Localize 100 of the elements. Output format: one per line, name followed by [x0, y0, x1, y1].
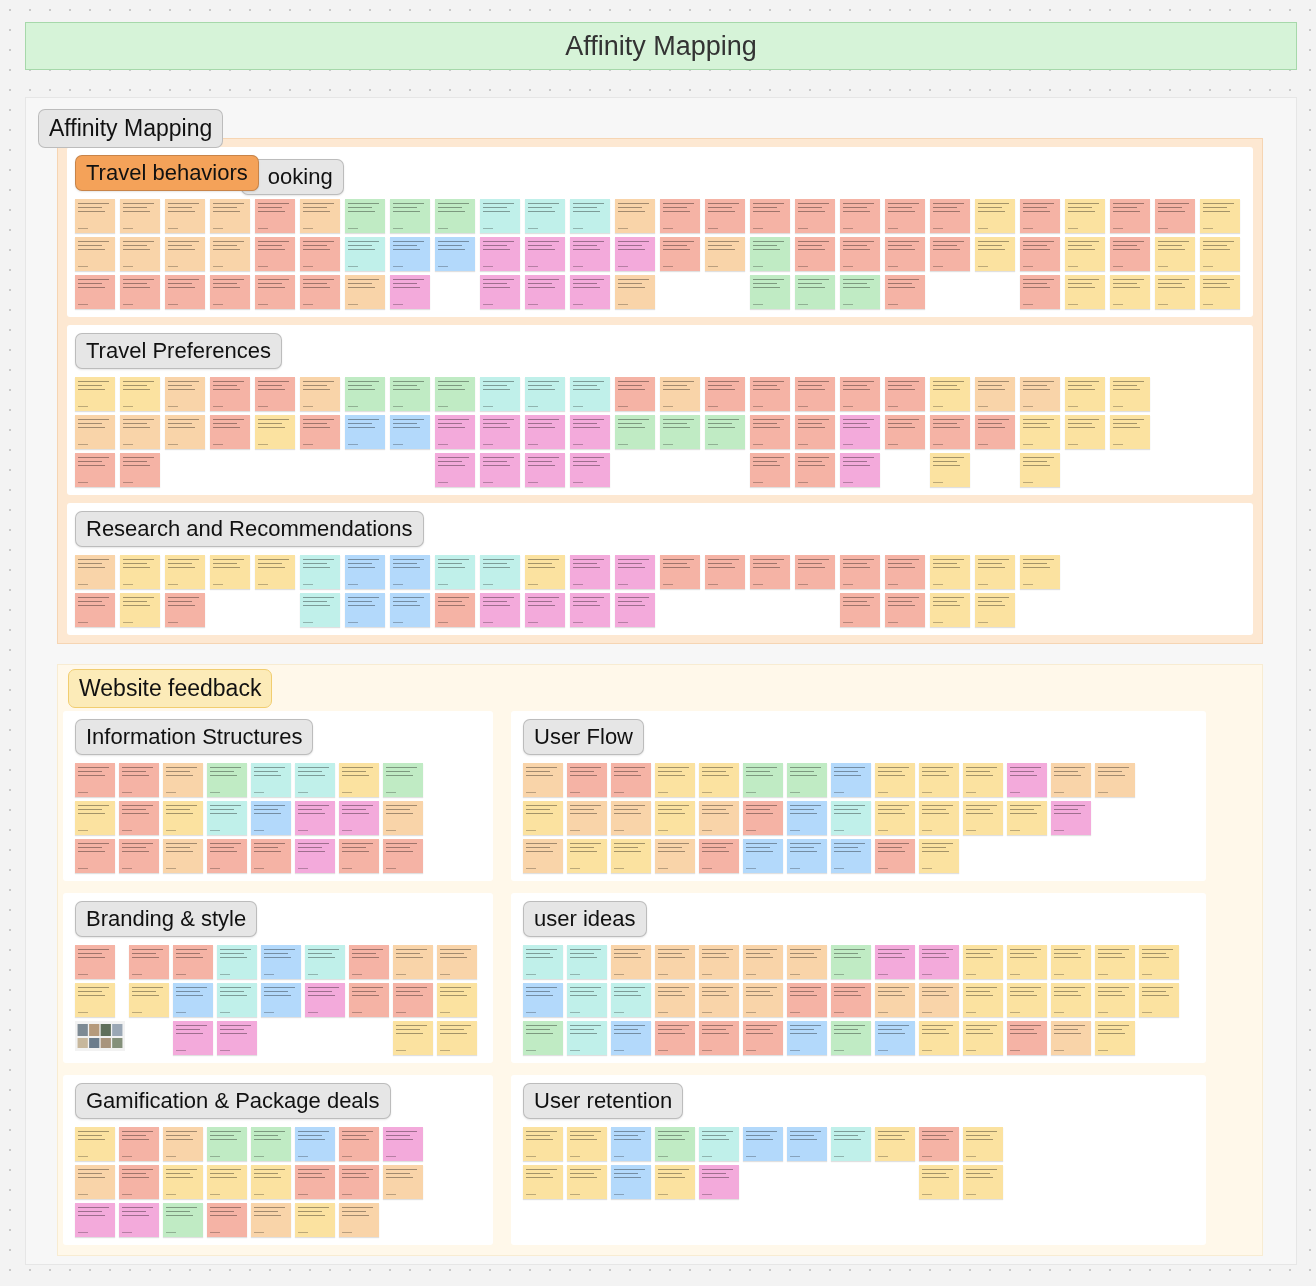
sticky-note[interactable]	[210, 377, 250, 411]
sticky-note[interactable]	[795, 377, 835, 411]
sticky-note[interactable]	[261, 983, 301, 1017]
sticky-note[interactable]	[840, 199, 880, 233]
sticky-note[interactable]	[570, 275, 610, 309]
sticky-note[interactable]	[1065, 237, 1105, 271]
sticky-note[interactable]	[255, 275, 295, 309]
sticky-note[interactable]	[655, 1165, 695, 1199]
sticky-note[interactable]	[390, 377, 430, 411]
sticky-note[interactable]	[120, 237, 160, 271]
sticky-note[interactable]	[705, 415, 745, 449]
sticky-note[interactable]	[173, 1021, 213, 1055]
sticky-note[interactable]	[255, 415, 295, 449]
sticky-note[interactable]	[750, 199, 790, 233]
sticky-note[interactable]	[523, 1127, 563, 1161]
sticky-note[interactable]	[705, 237, 745, 271]
sticky-note[interactable]	[655, 763, 695, 797]
sticky-note[interactable]	[655, 945, 695, 979]
sticky-note[interactable]	[255, 237, 295, 271]
sticky-note[interactable]	[75, 237, 115, 271]
sticky-note[interactable]	[339, 763, 379, 797]
sticky-note[interactable]	[163, 763, 203, 797]
sticky-note[interactable]	[930, 199, 970, 233]
sticky-note[interactable]	[345, 237, 385, 271]
sticky-note[interactable]	[165, 237, 205, 271]
sticky-note[interactable]	[120, 415, 160, 449]
sticky-note[interactable]	[1020, 377, 1060, 411]
sticky-note[interactable]	[570, 199, 610, 233]
sticky-note[interactable]	[251, 839, 291, 873]
sticky-note[interactable]	[743, 763, 783, 797]
sticky-note[interactable]	[1110, 377, 1150, 411]
sticky-note[interactable]	[743, 945, 783, 979]
sticky-note[interactable]	[165, 275, 205, 309]
sticky-note[interactable]	[705, 555, 745, 589]
sticky-note[interactable]	[1020, 453, 1060, 487]
sticky-note[interactable]	[210, 415, 250, 449]
sticky-note[interactable]	[750, 453, 790, 487]
sticky-note[interactable]	[743, 983, 783, 1017]
sticky-note[interactable]	[1007, 763, 1047, 797]
sticky-note[interactable]	[1051, 983, 1091, 1017]
sticky-note[interactable]	[567, 945, 607, 979]
sticky-note[interactable]	[570, 593, 610, 627]
sticky-note[interactable]	[523, 763, 563, 797]
sticky-note[interactable]	[795, 275, 835, 309]
sticky-note[interactable]	[699, 1021, 739, 1055]
sticky-note[interactable]	[963, 763, 1003, 797]
sticky-note[interactable]	[570, 237, 610, 271]
sticky-note[interactable]	[210, 275, 250, 309]
sticky-note[interactable]	[251, 1203, 291, 1237]
sticky-note[interactable]	[435, 377, 475, 411]
sticky-note[interactable]	[383, 1165, 423, 1199]
sticky-note[interactable]	[437, 945, 477, 979]
sticky-note[interactable]	[165, 555, 205, 589]
sticky-note[interactable]	[1095, 1021, 1135, 1055]
sticky-note[interactable]	[120, 453, 160, 487]
sticky-note[interactable]	[1155, 199, 1195, 233]
sticky-note[interactable]	[75, 1165, 115, 1199]
sticky-note[interactable]	[795, 199, 835, 233]
sticky-note[interactable]	[963, 801, 1003, 835]
sticky-note[interactable]	[1110, 275, 1150, 309]
sticky-note[interactable]	[305, 983, 345, 1017]
sticky-note[interactable]	[930, 415, 970, 449]
sticky-note[interactable]	[163, 1203, 203, 1237]
sticky-note[interactable]	[119, 1127, 159, 1161]
sticky-note[interactable]	[615, 275, 655, 309]
sticky-note[interactable]	[300, 377, 340, 411]
sticky-note[interactable]	[840, 415, 880, 449]
sticky-note[interactable]	[300, 593, 340, 627]
sticky-note[interactable]	[75, 801, 115, 835]
sticky-note[interactable]	[1051, 801, 1091, 835]
sticky-note[interactable]	[1139, 983, 1179, 1017]
sticky-note[interactable]	[831, 945, 871, 979]
sticky-note[interactable]	[795, 415, 835, 449]
sticky-note[interactable]	[930, 237, 970, 271]
sticky-note[interactable]	[390, 199, 430, 233]
sticky-note[interactable]	[300, 555, 340, 589]
sticky-note[interactable]	[660, 555, 700, 589]
sticky-note[interactable]	[339, 801, 379, 835]
sticky-note[interactable]	[660, 199, 700, 233]
sticky-note[interactable]	[919, 1021, 959, 1055]
sticky-note[interactable]	[699, 1165, 739, 1199]
sticky-note[interactable]	[570, 555, 610, 589]
sticky-note[interactable]	[1007, 801, 1047, 835]
sticky-note[interactable]	[207, 801, 247, 835]
sticky-note[interactable]	[295, 763, 335, 797]
sticky-note[interactable]	[919, 1165, 959, 1199]
sticky-note[interactable]	[930, 593, 970, 627]
sticky-note[interactable]	[119, 839, 159, 873]
sticky-note[interactable]	[615, 593, 655, 627]
sticky-note[interactable]	[523, 1021, 563, 1055]
sticky-note[interactable]	[383, 839, 423, 873]
sticky-note[interactable]	[75, 945, 115, 979]
sticky-note[interactable]	[525, 377, 565, 411]
sticky-note[interactable]	[875, 1127, 915, 1161]
sticky-note[interactable]	[615, 415, 655, 449]
sticky-note[interactable]	[480, 237, 520, 271]
sticky-note[interactable]	[523, 945, 563, 979]
sticky-note[interactable]	[975, 377, 1015, 411]
sticky-note[interactable]	[210, 237, 250, 271]
sticky-note[interactable]	[611, 1165, 651, 1199]
